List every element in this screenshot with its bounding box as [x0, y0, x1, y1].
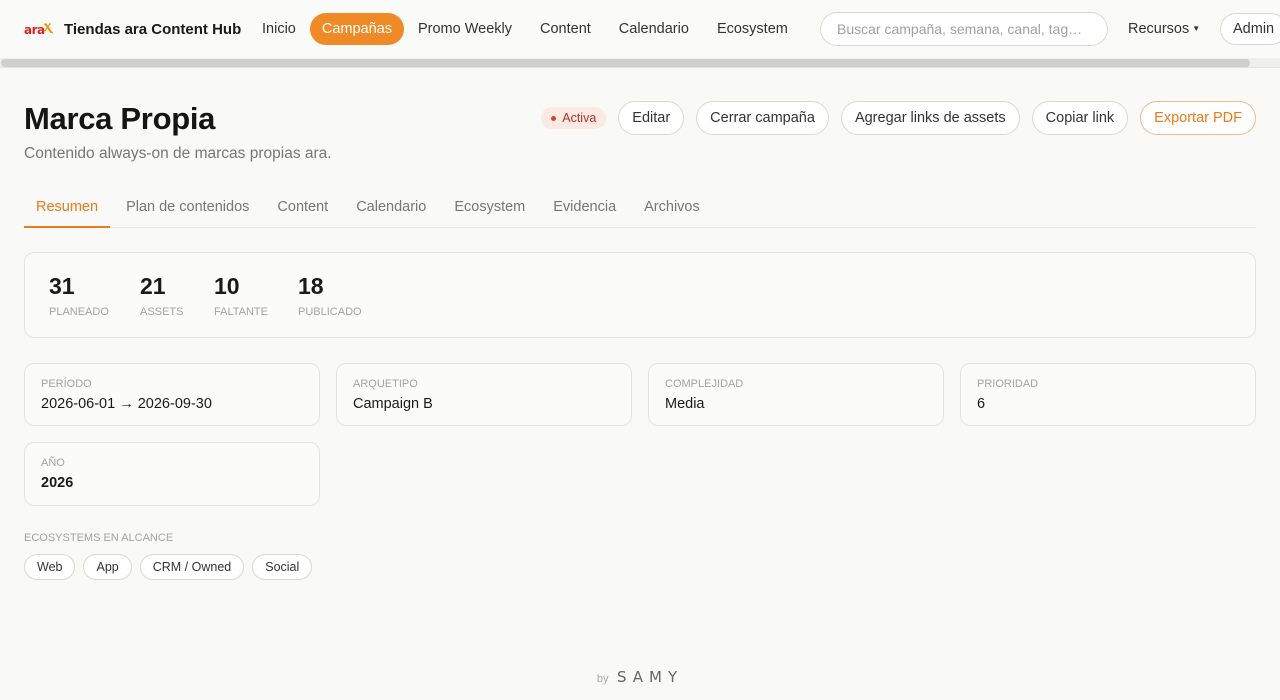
top-navbar: ara ⲭ Tiendas ara Content Hub Inicio Cam… — [0, 0, 1280, 58]
ecosystems-label: Ecosystems en alcance — [24, 532, 174, 544]
edit-button[interactable]: Editar — [618, 101, 685, 135]
page-title: Marca Propia — [24, 101, 216, 136]
stat-assets: 21 Assets — [140, 273, 183, 318]
brand[interactable]: ara ⲭ Tiendas ara Content Hub — [24, 18, 241, 40]
detail-card-prioridad: Prioridad 6 — [960, 363, 1256, 426]
stat-faltante: 10 Faltante — [214, 273, 268, 318]
ecosystem-chip: Social — [252, 554, 313, 580]
nav-item-calendario[interactable]: Calendario — [605, 13, 703, 45]
status-label: Activa — [562, 111, 597, 125]
nav-item-ecosystem[interactable]: Ecosystem — [703, 13, 802, 45]
chevron-down-icon: ▼ — [1192, 24, 1201, 33]
footer-by: by — [596, 673, 609, 685]
tab-calendario[interactable]: Calendario — [344, 188, 438, 227]
detail-value: 6 — [977, 396, 986, 412]
detail-value: 2026-06-01 → 2026-09-30 — [41, 396, 212, 412]
tab-archivos[interactable]: Archivos — [632, 188, 712, 227]
leaf-icon: ⲭ — [44, 18, 52, 35]
nav-item-content[interactable]: Content — [526, 13, 605, 45]
detail-value: Media — [665, 396, 705, 412]
tab-plan-de-contenidos[interactable]: Plan de contenidos — [114, 188, 261, 227]
export-pdf-button[interactable]: Exportar PDF — [1140, 101, 1256, 135]
nav-item-campanas[interactable]: Campañas — [309, 13, 404, 45]
detail-value: 2026 — [41, 475, 74, 491]
detail-label: Año — [41, 457, 65, 469]
stat-label: Planeado — [49, 306, 109, 318]
stat-publicado: 18 Publicado — [298, 273, 362, 318]
detail-label: Complejidad — [665, 378, 744, 390]
campaign-tabs: Resumen Plan de contenidos Content Calen… — [24, 188, 1256, 228]
close-campaign-button[interactable]: Cerrar campaña — [696, 101, 829, 135]
stat-label: Assets — [140, 306, 184, 318]
recursos-label: Recursos — [1128, 21, 1190, 37]
detail-card-arquetipo: Arquetipo Campaign B — [336, 363, 632, 426]
stat-planeado: 31 Planeado — [49, 273, 109, 318]
status-badge: Activa — [541, 107, 607, 129]
page-subtitle: Contenido always-on de marcas propias ar… — [24, 145, 332, 162]
scrollbar-thumb[interactable] — [1, 59, 1250, 67]
main-nav: Inicio Campañas Promo Weekly Content Cal… — [248, 13, 802, 45]
tab-content[interactable]: Content — [265, 188, 340, 227]
ecosystem-chip: Web — [24, 554, 76, 580]
ecosystem-chip: App — [83, 554, 132, 580]
logo-text: ara — [24, 23, 45, 37]
stat-label: Publicado — [298, 306, 362, 318]
tab-evidencia[interactable]: Evidencia — [541, 188, 628, 227]
search-input[interactable] — [820, 12, 1108, 46]
stat-value: 21 — [140, 273, 166, 299]
detail-label: Período — [41, 378, 92, 390]
tab-resumen[interactable]: Resumen — [24, 188, 111, 228]
admin-button[interactable]: Admin — [1220, 13, 1280, 45]
footer: by SAMY — [0, 668, 1280, 687]
brand-name: Tiendas ara Content Hub — [64, 20, 242, 38]
detail-card-ano: Año 2026 — [24, 442, 320, 506]
copy-link-button[interactable]: Copiar link — [1031, 101, 1129, 135]
stat-label: Faltante — [214, 306, 268, 318]
stats-panel: 31 Planeado 21 Assets 10 Faltante 18 Pub… — [24, 252, 1256, 338]
samy-logo: SAMY — [616, 668, 684, 686]
nav-item-inicio[interactable]: Inicio — [248, 13, 310, 45]
ecosystem-chip: CRM / Owned — [139, 554, 245, 580]
detail-card-periodo: Período 2026-06-01 → 2026-09-30 — [24, 363, 320, 426]
stat-value: 18 — [298, 273, 324, 299]
status-dot-icon — [551, 115, 557, 121]
detail-label: Arquetipo — [353, 378, 418, 390]
add-asset-links-button[interactable]: Agregar links de assets — [840, 101, 1020, 135]
header-actions: Activa Editar Cerrar campaña Agregar lin… — [541, 101, 1256, 135]
stat-value: 31 — [49, 273, 75, 299]
ara-logo: ara ⲭ — [24, 18, 56, 40]
ecosystem-chips: Web App CRM / Owned Social — [24, 554, 313, 580]
horizontal-scrollbar[interactable] — [0, 58, 1280, 68]
stat-value: 10 — [214, 273, 240, 299]
detail-card-complejidad: Complejidad Media — [648, 363, 944, 426]
detail-label: Prioridad — [977, 378, 1039, 390]
recursos-dropdown[interactable]: Recursos ▼ — [1128, 21, 1200, 37]
detail-value: Campaign B — [353, 396, 433, 412]
tab-ecosystem[interactable]: Ecosystem — [442, 188, 537, 227]
nav-item-promo-weekly[interactable]: Promo Weekly — [404, 13, 526, 45]
